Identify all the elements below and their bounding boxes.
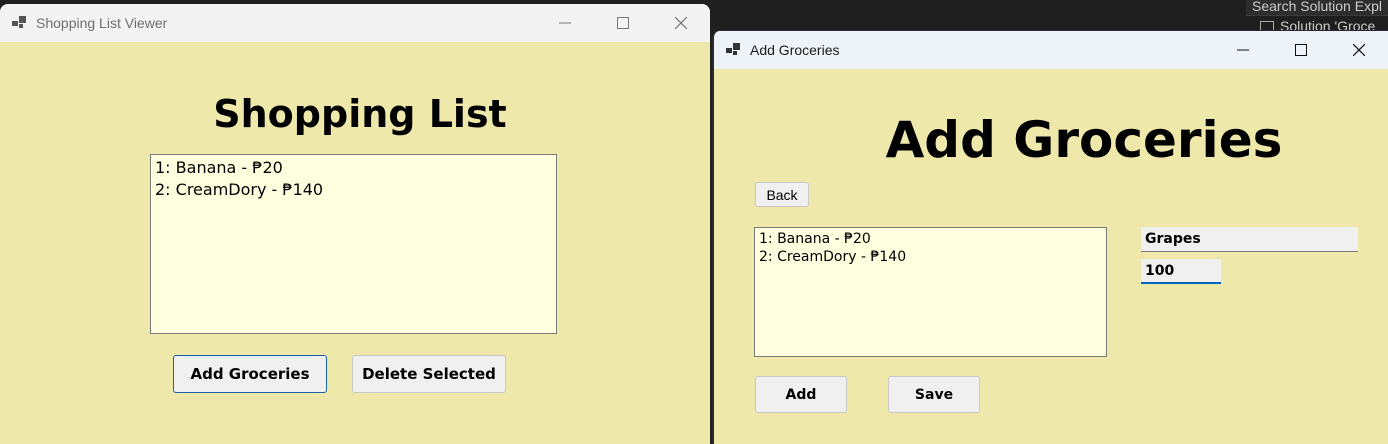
item-price-input[interactable]: 100: [1141, 259, 1221, 284]
add-groceries-window: Add Groceries Add Groceries Back 1: Bana…: [712, 30, 1388, 444]
list-item[interactable]: 1: Banana - ₱20: [155, 157, 552, 179]
close-button[interactable]: [652, 4, 710, 42]
add-button[interactable]: Add: [755, 376, 847, 413]
window-title: Add Groceries: [750, 42, 840, 58]
window-title: Shopping List Viewer: [36, 15, 168, 31]
close-button[interactable]: [1330, 31, 1388, 69]
page-title: Shopping List: [213, 92, 507, 136]
save-button[interactable]: Save: [888, 376, 980, 413]
back-button[interactable]: Back: [755, 182, 809, 207]
minimize-button[interactable]: [1214, 31, 1272, 69]
maximize-button[interactable]: [594, 4, 652, 42]
shopping-list-viewer-window: Shopping List Viewer Shopping List 1: Ba…: [0, 4, 710, 444]
delete-selected-button[interactable]: Delete Selected: [352, 355, 506, 393]
add-groceries-button[interactable]: Add Groceries: [173, 355, 327, 393]
shopping-listbox[interactable]: 1: Banana - ₱20 2: CreamDory - ₱140: [150, 154, 557, 334]
maximize-icon: [1295, 44, 1307, 56]
solution-explorer-search[interactable]: Search Solution Expl: [1246, 0, 1388, 16]
minimize-icon: [559, 22, 571, 24]
maximize-icon: [617, 17, 629, 29]
app-icon: [726, 43, 740, 57]
page-title: Add Groceries: [885, 111, 1283, 169]
app-icon: [12, 16, 26, 30]
list-item[interactable]: 1: Banana - ₱20: [759, 230, 1102, 248]
titlebar[interactable]: Add Groceries: [714, 31, 1388, 69]
item-name-input[interactable]: Grapes: [1141, 227, 1358, 252]
titlebar[interactable]: Shopping List Viewer: [0, 4, 710, 42]
minimize-button[interactable]: [536, 4, 594, 42]
minimize-icon: [1237, 49, 1249, 51]
maximize-button[interactable]: [1272, 31, 1330, 69]
close-icon: [675, 17, 687, 29]
close-icon: [1353, 44, 1365, 56]
list-item[interactable]: 2: CreamDory - ₱140: [759, 248, 1102, 266]
groceries-listbox[interactable]: 1: Banana - ₱20 2: CreamDory - ₱140: [754, 227, 1107, 357]
list-item[interactable]: 2: CreamDory - ₱140: [155, 179, 552, 201]
